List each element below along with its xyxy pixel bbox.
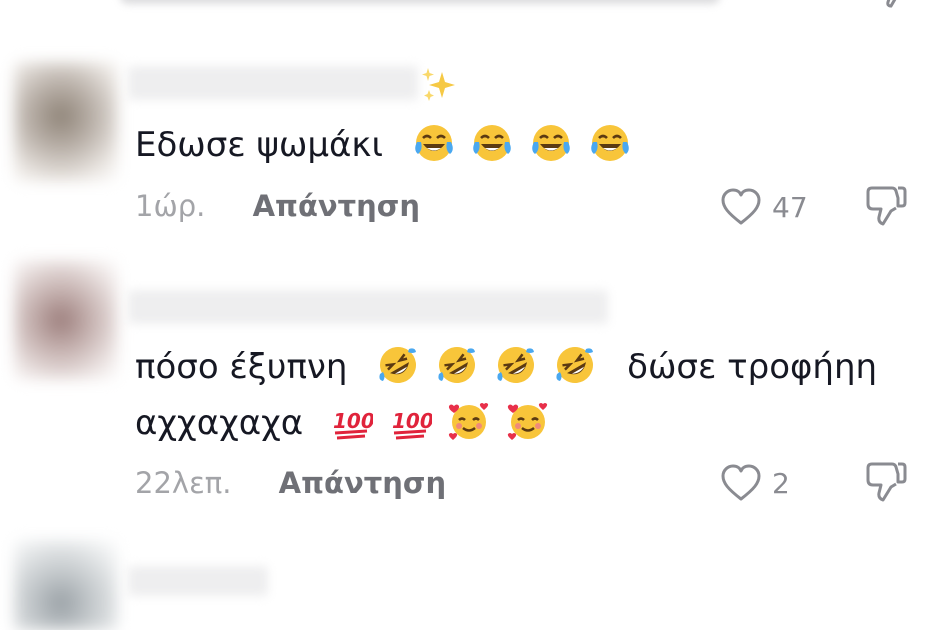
avatar[interactable]: [14, 540, 118, 630]
avatar[interactable]: [14, 62, 118, 182]
comment-text-line: δώσε τροφήηη: [627, 347, 878, 387]
rolling-on-floor-laughing-icon: [438, 347, 475, 383]
dislike-icon[interactable]: [864, 186, 908, 232]
rolling-on-floor-laughing-icon: [497, 347, 534, 383]
avatar[interactable]: [14, 260, 118, 380]
tears-of-joy-icon: [591, 125, 629, 161]
comment-text: αχχαχαχα 100 100: [135, 400, 555, 443]
comment-text-line: Εδωσε ψωμάκι: [135, 125, 383, 165]
heart-icon: [721, 188, 761, 225]
comment-text-line: αχχαχαχα: [135, 403, 304, 443]
comment-text: Εδωσε ψωμάκι: [135, 122, 637, 165]
reply-button[interactable]: Απάντηση: [279, 466, 446, 500]
heart-icon: [721, 464, 761, 501]
hundred-points-icon: 100: [392, 409, 432, 440]
like-count: 47: [772, 190, 808, 224]
comment-time: 1ώρ.: [135, 189, 206, 223]
comment-meta: 1ώρ. Απάντηση: [135, 189, 420, 223]
dislike-icon[interactable]: [864, 462, 908, 508]
previous-comment-remnant: [120, 0, 720, 4]
comment-text: πόσο έξυπνη δώσε τροφήηη: [135, 344, 877, 387]
smiling-face-with-hearts-icon: [449, 403, 489, 440]
comment-text-line: πόσο έξυπνη: [135, 347, 348, 387]
tears-of-joy-icon: [532, 125, 571, 161]
like-button[interactable]: 2: [720, 464, 790, 502]
reply-button[interactable]: Απάντηση: [253, 189, 420, 223]
rolling-on-floor-laughing-icon: [379, 347, 417, 383]
rolling-on-floor-laughing-icon: [555, 347, 593, 383]
tears-of-joy-icon: [473, 125, 512, 161]
comment-meta: 22λεπ. Απάντηση: [135, 466, 446, 500]
sparkles-icon: [420, 68, 458, 110]
dislike-icon[interactable]: [868, 0, 908, 12]
comment-time: 22λεπ.: [135, 466, 232, 500]
svg-text:100: 100: [392, 409, 432, 433]
smiling-face-with-hearts-icon: [508, 403, 548, 440]
username-blurred[interactable]: [128, 290, 608, 324]
tears-of-joy-icon: [414, 125, 453, 161]
hundred-points-icon: 100: [333, 409, 373, 440]
username-blurred[interactable]: [128, 66, 418, 100]
username-blurred[interactable]: [128, 566, 268, 596]
like-button[interactable]: 47: [720, 188, 808, 226]
svg-text:100: 100: [333, 409, 373, 433]
like-count: 2: [772, 466, 790, 500]
